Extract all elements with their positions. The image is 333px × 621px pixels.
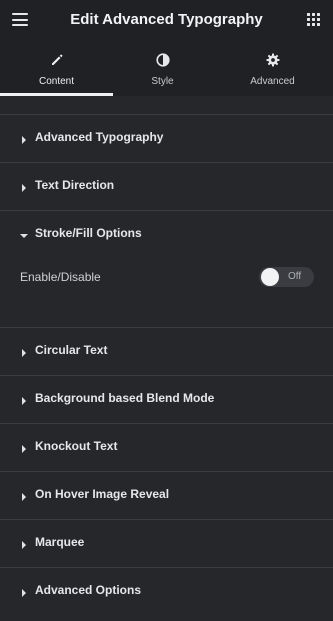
grid-apps-icon[interactable]	[307, 13, 321, 27]
caret-right-icon	[22, 541, 26, 549]
section-label: Stroke/Fill Options	[35, 226, 142, 240]
caret-right-icon	[22, 349, 26, 357]
editor-tabs: Content Style Advanced	[0, 40, 333, 96]
tab-style-label: Style	[151, 76, 174, 87]
caret-right-icon	[22, 184, 26, 192]
caret-right-icon	[22, 397, 26, 405]
section-marquee[interactable]: Marquee	[0, 519, 333, 567]
section-label: Background based Blend Mode	[35, 391, 215, 405]
page-title: Edit Advanced Typography	[70, 11, 263, 28]
pencil-icon	[51, 54, 62, 65]
caret-right-icon	[22, 589, 26, 597]
enable-disable-label: Enable/Disable	[20, 270, 101, 284]
section-advanced-options[interactable]: Advanced Options	[0, 567, 333, 615]
section-text-direction[interactable]: Text Direction	[0, 162, 333, 210]
section-label: Knockout Text	[35, 439, 118, 453]
enable-disable-toggle[interactable]: Off	[259, 267, 314, 287]
toggle-state-label: Off	[288, 271, 302, 282]
section-on-hover-image-reveal[interactable]: On Hover Image Reveal	[0, 471, 333, 519]
toggle-knob	[261, 268, 279, 286]
half-circle-icon	[155, 53, 170, 67]
section-circular-text[interactable]: Circular Text	[0, 327, 333, 375]
section-advanced-typography[interactable]: Advanced Typography	[0, 114, 333, 162]
section-label: Circular Text	[35, 343, 108, 357]
caret-right-icon	[22, 136, 26, 144]
tab-advanced[interactable]: Advanced	[212, 40, 333, 96]
caret-right-icon	[22, 493, 26, 501]
caret-down-icon	[20, 234, 28, 238]
tab-advanced-label: Advanced	[250, 76, 295, 87]
section-stroke-fill-options[interactable]: Stroke/Fill Options	[0, 210, 333, 258]
section-label: Advanced Typography	[35, 130, 164, 144]
tab-style[interactable]: Style	[113, 40, 212, 96]
stroke-fill-panel: Enable/Disable Off	[0, 259, 333, 326]
section-label: Marquee	[35, 535, 85, 549]
gear-icon	[266, 53, 279, 67]
section-label: Text Direction	[35, 178, 115, 192]
section-background-blend-mode[interactable]: Background based Blend Mode	[0, 375, 333, 423]
top-bar: Edit Advanced Typography	[0, 0, 333, 40]
section-label: On Hover Image Reveal	[35, 487, 170, 501]
tab-content[interactable]: Content	[0, 40, 113, 96]
section-label: Advanced Options	[35, 583, 142, 597]
tab-content-label: Content	[38, 76, 75, 87]
section-knockout-text[interactable]: Knockout Text	[0, 423, 333, 471]
caret-right-icon	[22, 445, 26, 453]
